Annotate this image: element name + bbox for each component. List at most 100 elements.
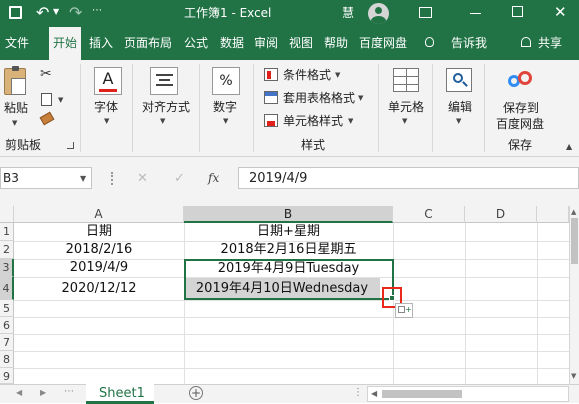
row-header-9[interactable]: 9 [0, 368, 14, 384]
name-box[interactable]: B3 ▼ [0, 167, 92, 189]
save-to-netdisk-line2[interactable]: 百度网盘 [496, 117, 544, 131]
share-icon [521, 37, 531, 47]
cell-style-dropdown-icon[interactable]: ▼ [348, 117, 353, 125]
cell-a1[interactable]: 日期 [14, 223, 184, 241]
user-name: 慧 [342, 6, 355, 20]
scroll-thumb [571, 218, 578, 264]
formula-input[interactable]: 2019/4/9 [238, 167, 579, 189]
conditional-format-dropdown-icon[interactable]: ▼ [335, 71, 340, 79]
scroll-left-icon: ◀ [371, 389, 378, 398]
tab-view[interactable]: 视图 [289, 36, 313, 50]
minimize-icon[interactable] [470, 13, 481, 14]
lightbulb-icon [425, 37, 434, 47]
clipboard-group-label: 剪贴板 [5, 138, 42, 152]
row-header-6[interactable]: 6 [0, 317, 14, 334]
undo-icon[interactable]: ↶ [36, 3, 49, 22]
alignment-icon [150, 67, 178, 95]
redo-icon[interactable]: ↷ [69, 3, 82, 22]
row-header-3[interactable]: 3 [0, 259, 14, 277]
fill-handle[interactable] [389, 295, 395, 301]
column-header-e[interactable] [537, 206, 569, 223]
selection-border [184, 259, 394, 300]
tab-help[interactable]: 帮助 [324, 36, 348, 50]
maximize-icon[interactable] [512, 6, 523, 17]
vertical-scrollbar[interactable]: ▲ ▼ [569, 206, 579, 384]
cell-b1[interactable]: 日期+星期 [184, 223, 393, 241]
quick-access-menu-icon[interactable]: ⋯ [92, 5, 102, 16]
ribbon-display-options-icon[interactable] [419, 7, 432, 18]
prev-sheet-icon[interactable]: ◀ [16, 388, 22, 397]
tell-me-search[interactable]: 告诉我 [451, 36, 487, 50]
collapse-ribbon-icon[interactable]: ▲ [566, 142, 572, 151]
share-button[interactable]: 共享 [538, 36, 562, 50]
tab-page-layout[interactable]: 页面布局 [124, 36, 172, 50]
cell-a4[interactable]: 2020/12/12 [14, 280, 184, 298]
cells-icon [393, 68, 419, 92]
column-header-a[interactable]: A [14, 206, 184, 223]
tab-home[interactable]: 开始 [49, 27, 82, 60]
alignment-button[interactable]: 对齐方式 [142, 100, 190, 114]
row-header-8[interactable]: 8 [0, 351, 14, 368]
cell-style-button[interactable]: 单元格样式 [283, 114, 343, 128]
table-format-dropdown-icon[interactable]: ▼ [358, 94, 363, 102]
tab-insert[interactable]: 插入 [89, 36, 113, 50]
auto-fill-options-icon[interactable]: + [395, 303, 413, 318]
column-header-c[interactable]: C [393, 206, 465, 223]
alignment-dropdown-icon[interactable]: ▼ [160, 117, 165, 125]
tab-baidu-netdisk[interactable]: 百度网盘 [359, 36, 407, 50]
save-to-netdisk-line1[interactable]: 保存到 [503, 101, 539, 115]
table-format-button[interactable]: 套用表格格式 [283, 91, 355, 105]
sheet-options-icon[interactable]: ⋯ [64, 386, 74, 397]
paste-dropdown-icon[interactable]: ▼ [12, 119, 17, 127]
row-header-2[interactable]: 2 [0, 241, 14, 259]
cut-icon[interactable]: ✂ [40, 66, 52, 82]
horizontal-scrollbar[interactable]: ◀ [367, 386, 569, 402]
scroll-down-icon: ▼ [571, 372, 577, 380]
tab-review[interactable]: 审阅 [254, 36, 278, 50]
dialog-launcher-icon[interactable] [67, 142, 74, 149]
row-header-1[interactable]: 1 [0, 223, 14, 241]
name-box-dropdown-icon: ▼ [80, 174, 87, 183]
tab-splitter-icon[interactable]: ⋮ [353, 387, 363, 398]
row-header-5[interactable]: 5 [0, 300, 14, 317]
conditional-format-button[interactable]: 条件格式 [283, 68, 331, 82]
confirm-icon[interactable]: ✓ [174, 171, 185, 186]
row-header-7[interactable]: 7 [0, 334, 14, 351]
number-button[interactable]: 数字 [213, 100, 237, 114]
edit-button[interactable]: 编辑 [448, 100, 472, 114]
avatar[interactable] [368, 3, 389, 24]
tab-data[interactable]: 数据 [220, 36, 244, 50]
tab-formulas[interactable]: 公式 [184, 36, 208, 50]
tab-file[interactable]: 文件 [5, 36, 29, 50]
insert-function-icon[interactable]: fx [208, 171, 219, 185]
next-sheet-icon[interactable]: ▶ [40, 388, 46, 397]
add-sheet-icon[interactable]: + [189, 386, 203, 400]
copy-icon[interactable] [41, 93, 52, 106]
cell-a3[interactable]: 2019/4/9 [14, 259, 184, 277]
save-icon[interactable] [9, 6, 22, 19]
select-all-corner[interactable] [0, 206, 14, 223]
edit-dropdown-icon[interactable]: ▼ [456, 117, 461, 125]
cell-b2[interactable]: 2018年2月16日星期五 [184, 241, 393, 259]
worksheet-grid[interactable]: A B C D 1 2 3 4 5 6 7 8 9 日期 日期+星期 2018/… [0, 206, 579, 384]
cancel-icon[interactable]: ✕ [137, 171, 148, 186]
undo-dropdown-icon[interactable]: ▼ [53, 7, 59, 16]
column-header-b[interactable]: B [184, 206, 393, 223]
paste-icon[interactable] [4, 66, 26, 95]
paste-button[interactable]: 粘贴 [4, 101, 28, 115]
format-painter-icon[interactable] [39, 111, 55, 126]
number-dropdown-icon[interactable]: ▼ [223, 117, 228, 125]
scroll-up-icon: ▲ [571, 208, 577, 216]
cell-a2[interactable]: 2018/2/16 [14, 241, 184, 259]
cells-button[interactable]: 单元格 [388, 100, 424, 114]
copy-dropdown-icon[interactable]: ▼ [58, 96, 63, 104]
close-icon[interactable]: ✕ [554, 3, 567, 21]
table-format-icon [264, 91, 278, 104]
font-icon: A [94, 67, 122, 95]
sheet-tab-sheet1[interactable]: Sheet1 [86, 384, 154, 404]
row-header-4[interactable]: 4 [0, 277, 14, 300]
column-header-d[interactable]: D [465, 206, 537, 223]
font-button[interactable]: 字体 [94, 100, 118, 114]
font-dropdown-icon[interactable]: ▼ [104, 117, 109, 125]
cells-dropdown-icon[interactable]: ▼ [402, 117, 407, 125]
